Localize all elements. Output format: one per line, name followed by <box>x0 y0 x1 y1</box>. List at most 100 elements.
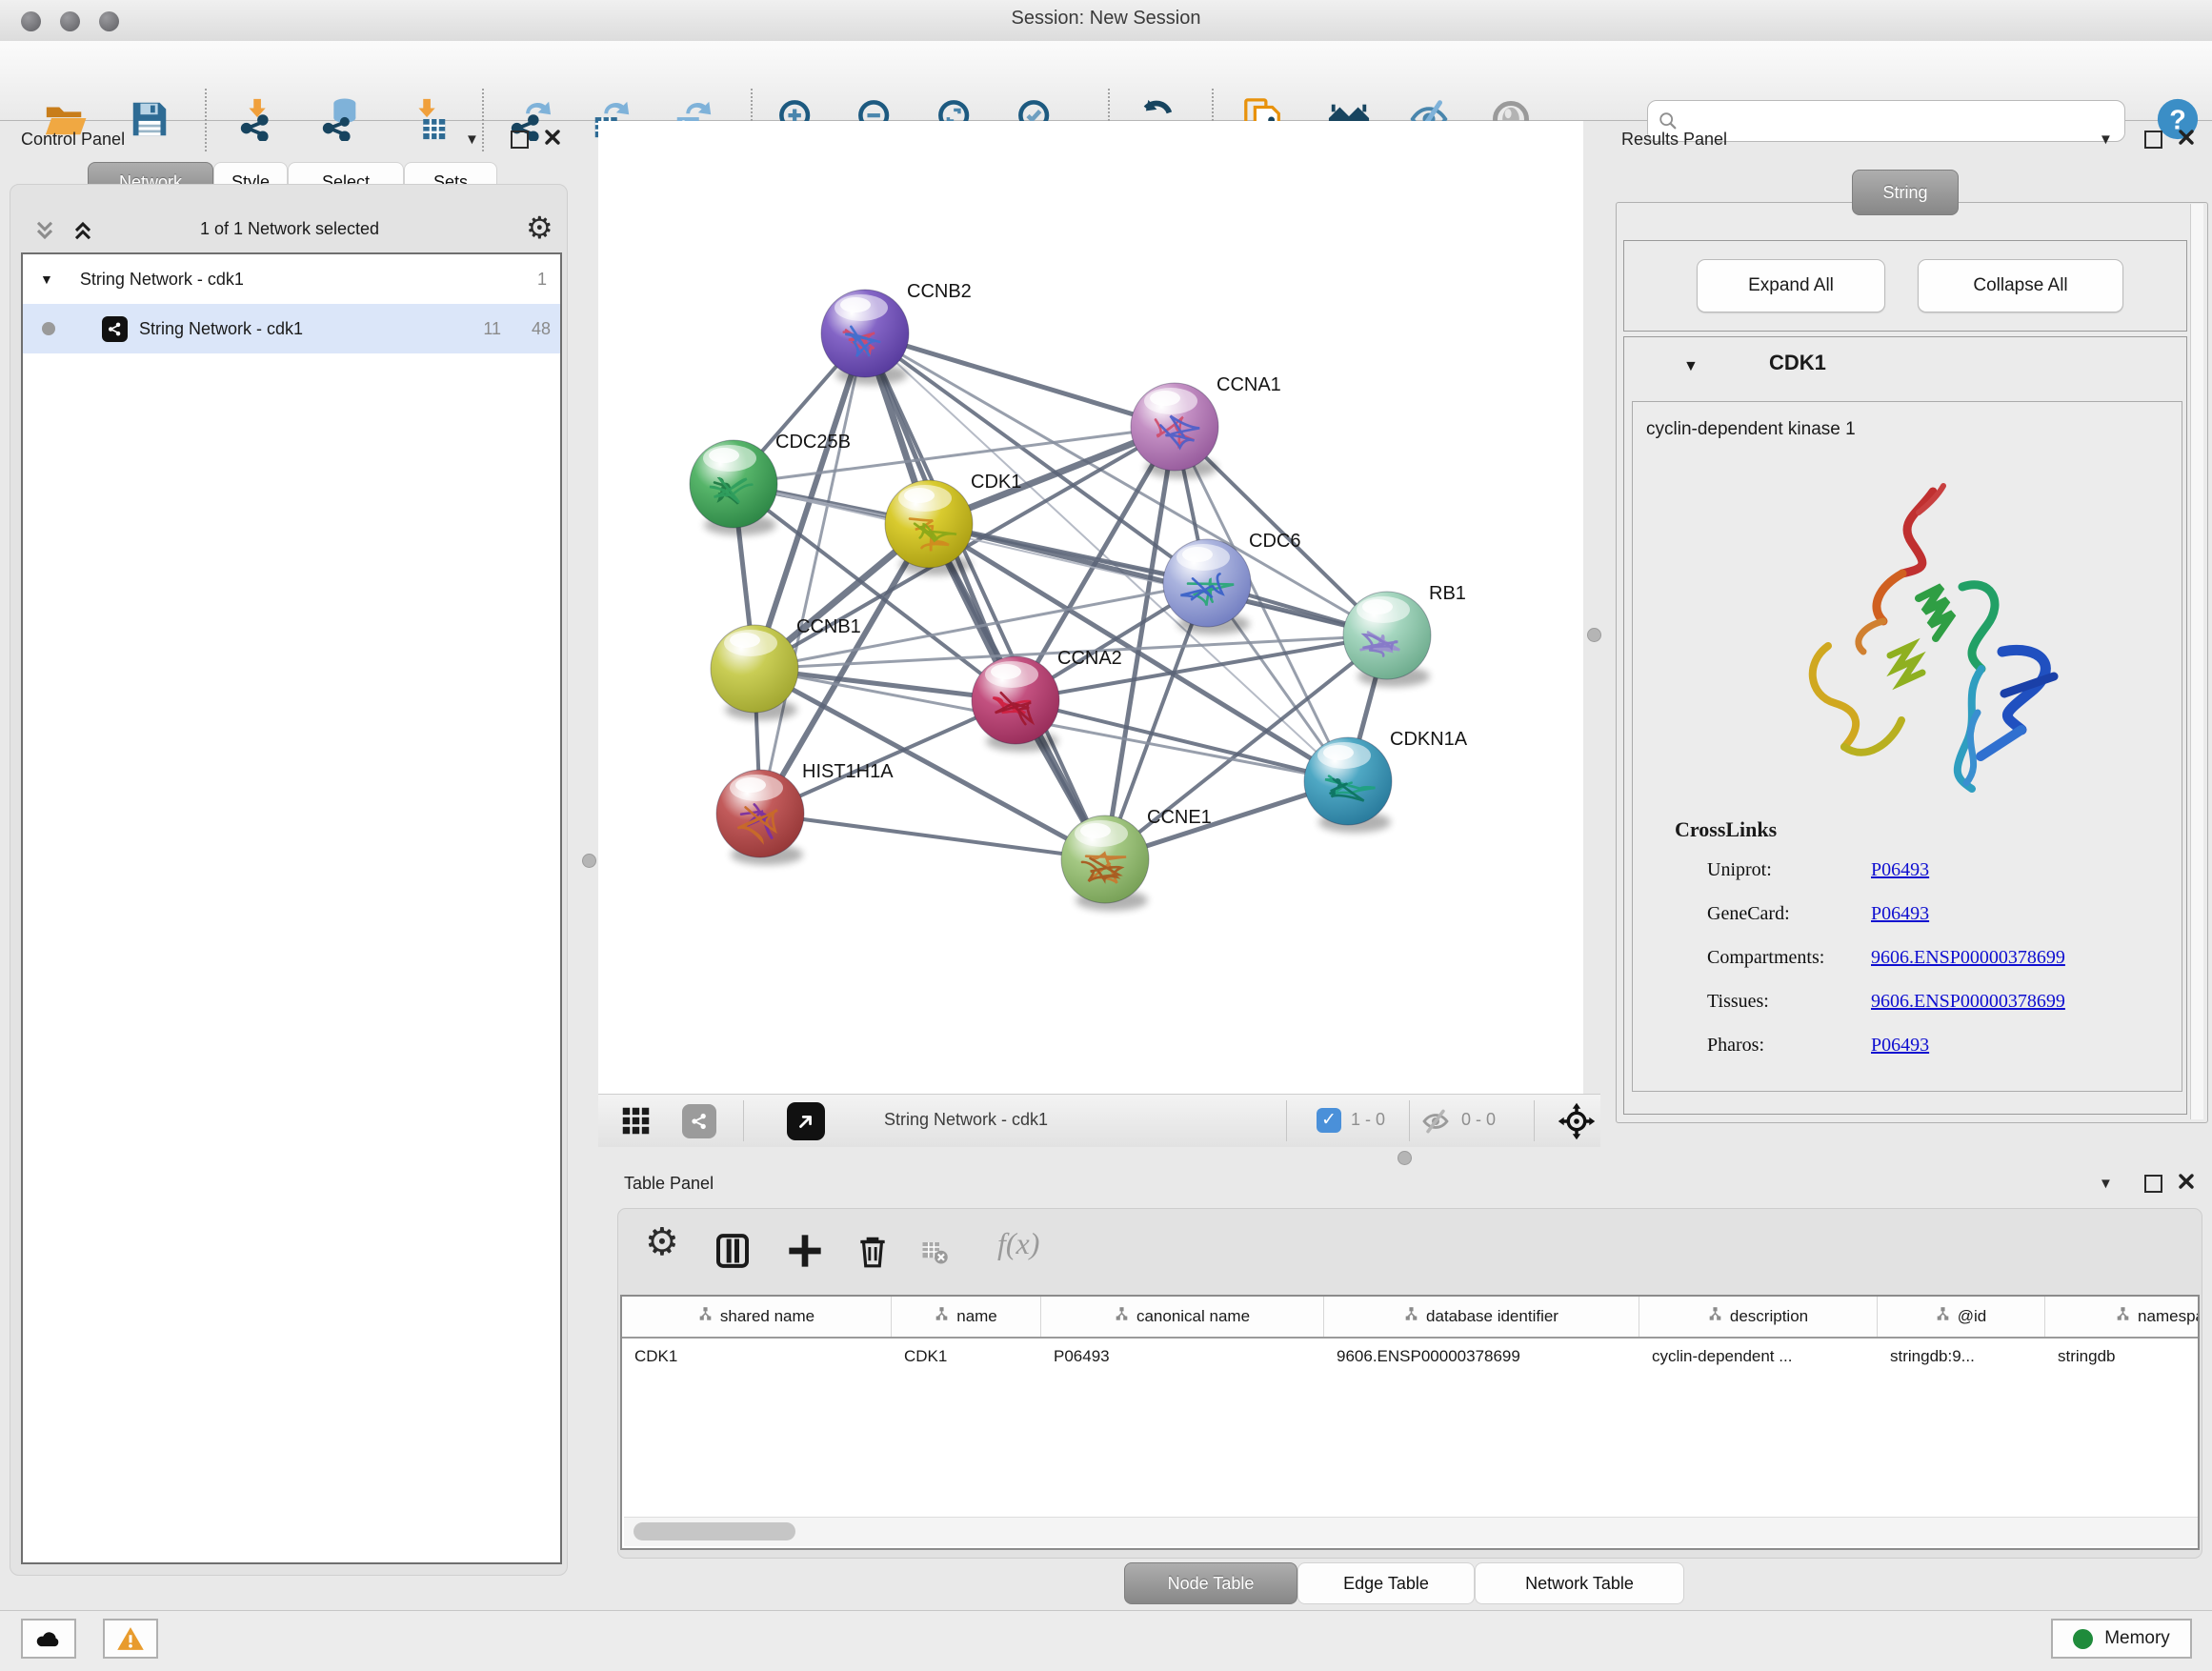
expand-all-button[interactable]: Expand All <box>1697 259 1885 312</box>
table-cell[interactable]: P06493 <box>1041 1337 1324 1377</box>
table-panel-title: Table Panel <box>624 1174 714 1194</box>
float-panel-icon[interactable] <box>2144 131 2162 153</box>
table-cell[interactable]: 9606.ENSP00000378699 <box>1324 1337 1639 1377</box>
crosslink-link[interactable]: 9606.ENSP00000378699 <box>1871 979 2065 1023</box>
column-header[interactable]: shared name <box>622 1297 892 1337</box>
node-label: CDC6 <box>1249 531 1300 552</box>
memory-button[interactable]: Memory <box>2051 1619 2192 1659</box>
protein-node-CCNA1[interactable]: CCNA1 <box>1131 374 1281 478</box>
network-collection-row[interactable]: ▼ String Network - cdk1 1 <box>23 254 560 304</box>
table-cell[interactable]: cyclin-dependent ... <box>1639 1337 1878 1377</box>
network-tree: ▼ String Network - cdk1 1 String Network… <box>21 252 562 1564</box>
network-row-selected[interactable]: String Network - cdk1 11 48 <box>23 304 560 353</box>
hidden-eye-slash-icon[interactable] <box>1419 1106 1452 1137</box>
current-network-dot-icon <box>42 322 55 335</box>
crosslink-link[interactable]: P06493 <box>1871 892 1929 936</box>
float-panel-icon[interactable] <box>2144 1175 2162 1198</box>
tab-network-table[interactable]: Network Table <box>1475 1562 1684 1604</box>
table-cell[interactable]: stringdb:9... <box>1878 1337 2045 1377</box>
network-label: String Network - cdk1 <box>139 319 303 339</box>
window-title: Session: New Session <box>0 8 2212 30</box>
column-header[interactable]: namespace <box>2045 1297 2200 1337</box>
crosslink-link[interactable]: 9606.ENSP00000378699 <box>1871 936 2065 979</box>
column-header-label: @id <box>1958 1307 1987 1326</box>
separator <box>1409 1100 1410 1141</box>
table-gear-icon[interactable]: ⚙ <box>645 1220 679 1264</box>
column-header[interactable]: canonical name <box>1041 1297 1324 1337</box>
column-header-label: namespace <box>2138 1307 2200 1326</box>
column-header-label: shared name <box>720 1307 814 1326</box>
node-label: CDKN1A <box>1390 729 1468 750</box>
memory-status-dot-icon <box>2073 1629 2093 1649</box>
node-label: CDC25B <box>775 432 851 453</box>
table-cell[interactable]: stringdb <box>2045 1337 2200 1377</box>
column-header[interactable]: @id <box>1878 1297 2045 1337</box>
bottom-splitter-handle[interactable] <box>1398 1151 1412 1165</box>
column-header[interactable]: name <box>892 1297 1041 1337</box>
node-label: CCNE1 <box>1147 807 1212 828</box>
delete-column-icon[interactable] <box>855 1230 891 1272</box>
select-columns-icon[interactable] <box>714 1230 752 1272</box>
cytoscape-window: Session: New Session <box>0 0 2212 1671</box>
crosslink-row: GeneCard:P06493 <box>1707 892 2164 936</box>
collection-expander-icon[interactable]: ▼ <box>40 272 53 287</box>
table-cell[interactable]: CDK1 <box>622 1337 892 1377</box>
string-network-graph[interactable]: CCNB2 CCNA1 CDC25B CDK1 CDC6 RB1 CCNB1 CCNA2 CDK… <box>598 121 1583 1094</box>
crosslink-row: Uniprot:P06493 <box>1707 848 2164 892</box>
table-panel-header: Table Panel ▼ <box>606 1164 2212 1212</box>
table-row[interactable]: CDK1CDK1P064939606.ENSP00000378699cyclin… <box>622 1337 2200 1377</box>
protein-node-CDC25B[interactable]: CDC25B <box>690 432 851 535</box>
collapse-all-button[interactable]: Collapse All <box>1918 259 2123 312</box>
table-cell[interactable]: CDK1 <box>892 1337 1041 1377</box>
tab-edge-table[interactable]: Edge Table <box>1297 1562 1475 1604</box>
results-gene-section: ▼ CDK1 cyclin-dependent kinase 1 <box>1623 336 2187 1115</box>
panel-menu-icon[interactable]: ▼ <box>465 131 479 148</box>
left-splitter-handle[interactable] <box>582 854 596 868</box>
protein-node-CCNB2[interactable]: CCNB2 <box>821 281 972 385</box>
grid-view-icon[interactable] <box>620 1105 652 1137</box>
tab-node-table[interactable]: Node Table <box>1124 1562 1297 1604</box>
selected-checkbox-icon[interactable]: ✓ <box>1317 1108 1341 1133</box>
protein-structure-image <box>1776 474 2090 827</box>
float-panel-icon[interactable] <box>511 131 529 153</box>
results-scrollbar[interactable] <box>2190 204 2203 1119</box>
protein-node-CDKN1A[interactable]: CDKN1A <box>1304 729 1468 833</box>
panel-menu-icon[interactable]: ▼ <box>2099 131 2113 148</box>
separator <box>1534 1100 1535 1141</box>
navigator-birdseye-icon[interactable] <box>1557 1101 1597 1141</box>
function-builder-icon[interactable]: f(x) <box>997 1226 1039 1261</box>
add-column-icon[interactable] <box>786 1230 824 1272</box>
column-header[interactable]: description <box>1639 1297 1878 1337</box>
network-canvas[interactable]: CCNB2 CCNA1 CDC25B CDK1 CDC6 RB1 CCNB1 CCNA2 CDK… <box>598 121 1583 1094</box>
close-panel-icon[interactable] <box>2177 1172 2196 1196</box>
detach-view-icon[interactable] <box>787 1102 825 1140</box>
protein-node-RB1[interactable]: RB1 <box>1343 583 1466 687</box>
network-view-title: String Network - cdk1 <box>884 1110 1048 1130</box>
crosslink-label: Uniprot: <box>1707 848 1871 892</box>
warnings-button[interactable] <box>103 1619 158 1659</box>
tab-string[interactable]: String <box>1852 170 1959 215</box>
protein-node-CDK1[interactable]: CDK1 <box>885 472 1021 575</box>
gene-expander-icon[interactable]: ▼ <box>1683 358 1699 375</box>
crosslink-link[interactable]: P06493 <box>1871 848 1929 892</box>
protein-node-CCNA2[interactable]: CCNA2 <box>972 648 1122 752</box>
close-panel-icon[interactable] <box>543 128 562 151</box>
collection-label: String Network - cdk1 <box>80 270 244 290</box>
table-panel-body: ⚙ f(x) shared name namecanonical namedata… <box>617 1208 2202 1559</box>
column-type-icon <box>1936 1307 1950 1326</box>
column-header[interactable]: database identifier <box>1324 1297 1639 1337</box>
node-table[interactable]: shared name namecanonical namedatabase id… <box>620 1295 2200 1550</box>
protein-node-HIST1H1A[interactable]: HIST1H1A <box>716 761 894 865</box>
table-hscrollbar[interactable] <box>624 1517 2200 1546</box>
right-splitter-handle[interactable] <box>1587 628 1601 642</box>
close-panel-icon[interactable] <box>2177 128 2196 151</box>
network-view-icon[interactable] <box>682 1104 716 1138</box>
protein-node-CCNB1[interactable]: CCNB1 <box>711 616 861 720</box>
crosslink-link[interactable]: P06493 <box>1871 1023 1929 1067</box>
protein-node-CCNE1[interactable]: CCNE1 <box>1061 807 1212 911</box>
delete-table-icon[interactable] <box>919 1238 950 1266</box>
cloud-status-button[interactable] <box>21 1619 76 1659</box>
network-options-gear-icon[interactable]: ⚙ <box>526 210 553 246</box>
hscrollbar-thumb[interactable] <box>633 1522 795 1540</box>
panel-menu-icon[interactable]: ▼ <box>2099 1176 2113 1192</box>
